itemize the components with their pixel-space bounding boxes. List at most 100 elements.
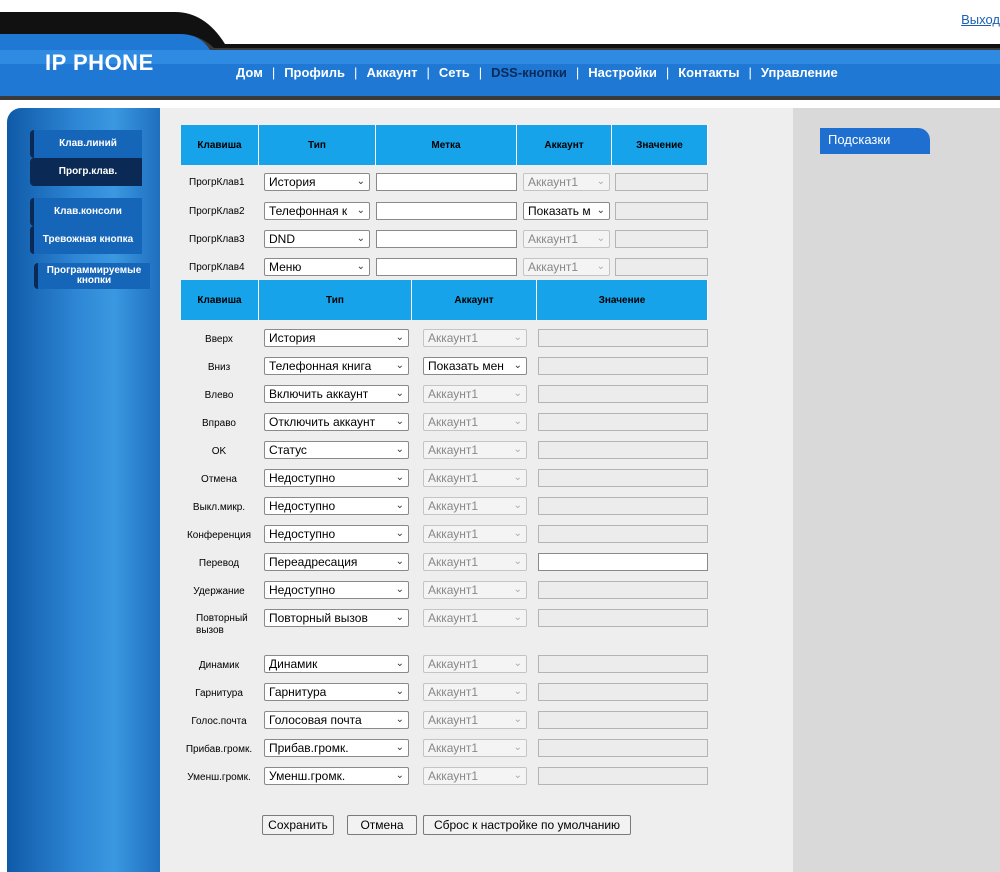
chevron-down-icon: ⌄ [513, 388, 522, 399]
navkey-value-input [538, 609, 708, 627]
cancel-button[interactable]: Отмена [347, 815, 417, 835]
navkey-account-select: Аккаунт1 ⌄ [423, 767, 527, 785]
nav-item-2[interactable]: Профиль [284, 65, 345, 80]
navkey-type-select[interactable]: Недоступно ⌄ [264, 581, 409, 599]
navkey-value-input [538, 767, 708, 785]
navkey-type-select[interactable]: Прибав.громк. ⌄ [264, 739, 409, 757]
chevron-down-icon: ⌄ [395, 444, 404, 455]
sidebar-item-4[interactable]: Тревожная кнопка [30, 226, 142, 254]
chevron-down-icon: ⌄ [596, 261, 605, 272]
navkey-type-select[interactable]: Отключить аккаунт ⌄ [264, 413, 409, 431]
navkey-account-select: Аккаунт1 ⌄ [423, 655, 527, 673]
chevron-down-icon: ⌄ [395, 658, 404, 669]
reset-defaults-button[interactable]: Сброс к настройке по умолчанию [423, 815, 631, 835]
softkey-header-5: Значение [612, 125, 708, 165]
chevron-down-icon: ⌄ [513, 444, 522, 455]
softkey-account-select[interactable]: Показать м ⌄ [523, 202, 610, 220]
navkey-type-select[interactable]: Включить аккаунт ⌄ [264, 385, 409, 403]
navkey-account-select: Аккаунт1 ⌄ [423, 553, 527, 571]
navkey-type-select[interactable]: Статус ⌄ [264, 441, 409, 459]
main-nav: Дом | Профиль | Аккаунт | Сеть | DSS-кнопки | Наст… [236, 65, 838, 80]
navkey-account-select: Аккаунт1 ⌄ [423, 609, 527, 627]
navkey-name: Влево [204, 390, 234, 401]
navkey-account-select[interactable]: Показать мен ⌄ [423, 357, 527, 375]
chevron-down-icon: ⌄ [513, 556, 522, 567]
navkey-type-select[interactable]: Недоступно ⌄ [264, 497, 409, 515]
nav-item-5[interactable]: DSS-кнопки [491, 65, 567, 80]
chevron-down-icon: ⌄ [513, 360, 522, 371]
sidebar-item-2[interactable]: Прогр.клав. [30, 158, 142, 186]
softkey-name: ПрогрКлав2 [189, 206, 245, 217]
softkey-label-input[interactable] [376, 173, 517, 191]
chevron-down-icon: ⌄ [513, 742, 522, 753]
navkey-account-select: Аккаунт1 ⌄ [423, 581, 527, 599]
softkey-label-input[interactable] [376, 258, 517, 276]
navkey-type-select[interactable]: Недоступно ⌄ [264, 469, 409, 487]
navkey-name: Конференция [186, 530, 252, 541]
navkey-name: Прибав.громк. [185, 744, 253, 755]
nav-item-3[interactable]: Аккаунт [366, 65, 417, 80]
navkey-type-select[interactable]: Телефонная книга ⌄ [264, 357, 409, 375]
chevron-down-icon: ⌄ [513, 416, 522, 427]
softkey-label-input[interactable] [376, 202, 517, 220]
logo: IP PHONE [45, 50, 154, 75]
chevron-down-icon: ⌄ [395, 770, 404, 781]
navkey-type-select[interactable]: Недоступно ⌄ [264, 525, 409, 543]
navkey-type-select[interactable]: Уменш.громк. ⌄ [264, 767, 409, 785]
navkey-account-select: Аккаунт1 ⌄ [423, 329, 527, 347]
chevron-down-icon: ⌄ [596, 205, 605, 216]
nav-separator: | [271, 65, 276, 80]
sidebar-item-3[interactable]: Клав.консоли [30, 198, 142, 226]
navkey-name: Вверх [205, 334, 233, 345]
navkey-header-4: Значение [537, 280, 708, 320]
chevron-down-icon: ⌄ [395, 556, 404, 567]
chevron-down-icon: ⌄ [513, 472, 522, 483]
softkey-account-select: Аккаунт1 ⌄ [523, 173, 610, 191]
chevron-down-icon: ⌄ [513, 714, 522, 725]
navkey-type-select[interactable]: Переадресация ⌄ [264, 553, 409, 571]
nav-item-7[interactable]: Контакты [678, 65, 739, 80]
softkey-name: ПрогрКлав1 [189, 177, 245, 188]
chevron-down-icon: ⌄ [395, 584, 404, 595]
navkey-account-select: Аккаунт1 ⌄ [423, 469, 527, 487]
navkey-account-select: Аккаунт1 ⌄ [423, 413, 527, 431]
logout-link[interactable]: Выход [961, 12, 1000, 27]
navkey-type-select[interactable]: Повторный вызов ⌄ [264, 609, 409, 627]
sidebar-item-5[interactable]: Программируемые кнопки [34, 263, 150, 289]
sidebar-item-1[interactable]: Клав.линий [30, 130, 142, 158]
navkey-type-select[interactable]: Динамик ⌄ [264, 655, 409, 673]
nav-item-4[interactable]: Сеть [439, 65, 470, 80]
chevron-down-icon: ⌄ [395, 714, 404, 725]
navkey-value-input [538, 469, 708, 487]
softkey-label-input[interactable] [376, 230, 517, 248]
navkey-type-select[interactable]: Голосовая почта ⌄ [264, 711, 409, 729]
navkey-value-input [538, 655, 708, 673]
chevron-down-icon: ⌄ [513, 528, 522, 539]
softkey-type-select[interactable]: Телефонная к ⌄ [264, 202, 370, 220]
nav-item-1[interactable]: Дом [236, 65, 263, 80]
softkey-type-select[interactable]: Меню ⌄ [264, 258, 370, 276]
softkey-type-select[interactable]: DND ⌄ [264, 230, 370, 248]
navkey-value-input [538, 329, 708, 347]
nav-separator: | [748, 65, 752, 80]
nav-item-6[interactable]: Настройки [588, 65, 657, 80]
chevron-down-icon: ⌄ [395, 416, 404, 427]
main-content [160, 108, 793, 872]
softkey-header-4: Аккаунт [517, 125, 612, 165]
hints-tab[interactable]: Подсказки [820, 128, 930, 154]
navkey-account-select: Аккаунт1 ⌄ [423, 683, 527, 701]
navkey-account-select: Аккаунт1 ⌄ [423, 497, 527, 515]
softkey-header-1: Клавиша [181, 125, 259, 165]
chevron-down-icon: ⌄ [395, 500, 404, 511]
navkey-account-select: Аккаунт1 ⌄ [423, 441, 527, 459]
nav-item-8[interactable]: Управление [761, 65, 838, 80]
navkey-value-input[interactable] [538, 553, 708, 571]
softkey-account-select: Аккаунт1 ⌄ [523, 230, 610, 248]
chevron-down-icon: ⌄ [395, 332, 404, 343]
chevron-down-icon: ⌄ [356, 205, 365, 216]
softkey-type-select[interactable]: История ⌄ [264, 173, 370, 191]
navkey-type-select[interactable]: Гарнитура ⌄ [264, 683, 409, 701]
chevron-down-icon: ⌄ [356, 261, 365, 272]
navkey-type-select[interactable]: История ⌄ [264, 329, 409, 347]
save-button[interactable]: Сохранить [262, 815, 334, 835]
